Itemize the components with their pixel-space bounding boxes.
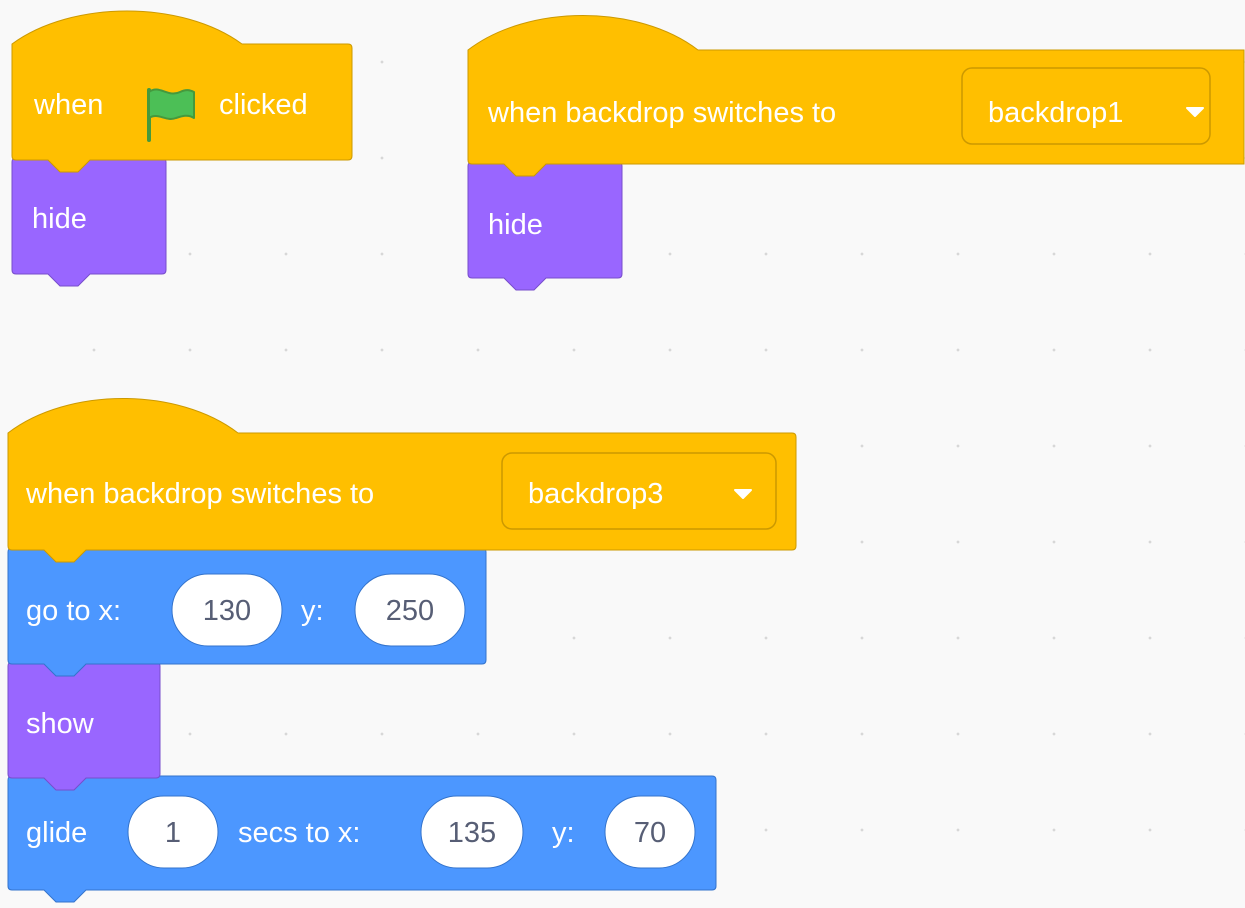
hide-label: hide	[32, 203, 87, 235]
show-label: show	[26, 708, 95, 740]
script-when-backdrop-switches-1: hide when backdrop switches to backdrop1	[467, 15, 1245, 291]
glide-block[interactable]: glide 1 secs to x: 135 y: 70	[7, 775, 717, 903]
go-to-x-input[interactable]: 130	[171, 573, 283, 647]
dropdown-value: backdrop1	[988, 97, 1123, 129]
secs-to-x-label: secs to x:	[238, 817, 361, 849]
hat-label: when backdrop switches to	[487, 97, 836, 129]
glide-y-input[interactable]: 70	[604, 795, 696, 869]
glide-x-value: 135	[448, 817, 496, 849]
hide-label: hide	[488, 209, 543, 241]
when-flag-clicked-hat[interactable]: when clicked	[11, 10, 353, 173]
go-to-y-label: y:	[301, 595, 324, 627]
show-block[interactable]: show	[7, 661, 161, 791]
hide-block[interactable]: hide	[11, 157, 167, 287]
script-when-backdrop-switches-3: glide 1 secs to x: 135 y: 70 show go to …	[7, 398, 797, 903]
glide-x-input[interactable]: 135	[420, 795, 524, 869]
glide-y-label: y:	[552, 817, 575, 849]
go-to-y-input[interactable]: 250	[354, 573, 466, 647]
go-to-x-value: 130	[203, 595, 251, 627]
go-to-x-label: go to x:	[26, 595, 121, 627]
backdrop-dropdown[interactable]: backdrop3	[501, 452, 777, 530]
go-to-y-value: 250	[386, 595, 434, 627]
when-backdrop-switches-hat[interactable]: when backdrop switches to backdrop3	[7, 398, 797, 563]
hat-label: when backdrop switches to	[25, 478, 374, 510]
when-label: when	[33, 89, 103, 121]
glide-secs-value: 1	[165, 817, 181, 849]
glide-secs-input[interactable]: 1	[127, 795, 219, 869]
dropdown-value: backdrop3	[528, 478, 663, 510]
clicked-label: clicked	[219, 89, 308, 121]
go-to-xy-block[interactable]: go to x: 130 y: 250	[7, 547, 487, 677]
glide-label: glide	[26, 817, 87, 849]
backdrop-dropdown[interactable]: backdrop1	[961, 67, 1211, 145]
hide-block[interactable]: hide	[467, 161, 623, 291]
when-backdrop-switches-hat[interactable]: when backdrop switches to backdrop1	[467, 15, 1245, 177]
script-when-flag-clicked: hide when clicked	[11, 10, 353, 287]
glide-y-value: 70	[634, 817, 666, 849]
